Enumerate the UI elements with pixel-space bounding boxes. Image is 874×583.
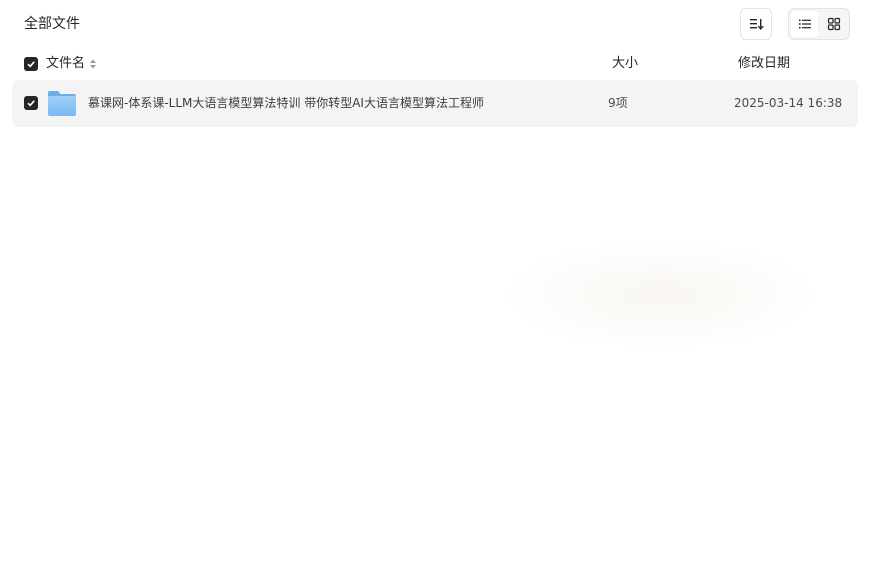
background-glow — [500, 240, 820, 350]
sort-button[interactable] — [740, 8, 772, 40]
checkmark-icon — [27, 100, 35, 107]
file-size: 9项 — [608, 96, 628, 110]
file-modified-date: 2025-03-14 16:38 — [734, 96, 843, 110]
table-row[interactable]: 慕课网-体系课-LLM大语言模型算法特训 带你转型AI大语言模型算法工程师 9项… — [12, 80, 858, 127]
list-view-button[interactable] — [791, 11, 818, 37]
column-header-size: 大小 — [612, 56, 639, 71]
row-checkbox[interactable] — [24, 96, 38, 110]
view-mode-toggle — [788, 8, 850, 40]
column-header-name[interactable]: 文件名 — [46, 55, 85, 73]
column-header-modified: 修改日期 — [738, 56, 791, 71]
file-name[interactable]: 慕课网-体系课-LLM大语言模型算法特训 带你转型AI大语言模型算法工程师 — [88, 95, 484, 112]
select-all-checkbox[interactable] — [24, 57, 38, 71]
sort-arrows-icon[interactable] — [89, 57, 97, 71]
sort-lines-icon — [750, 19, 764, 31]
file-manager-page: 全部文件 文件名 大小 修改日期 慕课网-体系课-LLM大语言模型算法特训 带你… — [0, 0, 874, 583]
grid-view-button[interactable] — [820, 11, 847, 37]
folder-icon — [48, 91, 76, 116]
breadcrumb[interactable]: 全部文件 — [24, 14, 80, 34]
list-view-icon — [798, 19, 811, 29]
checkmark-icon — [27, 61, 35, 68]
table-header: 文件名 大小 修改日期 — [12, 50, 858, 78]
grid-view-icon — [827, 17, 840, 31]
